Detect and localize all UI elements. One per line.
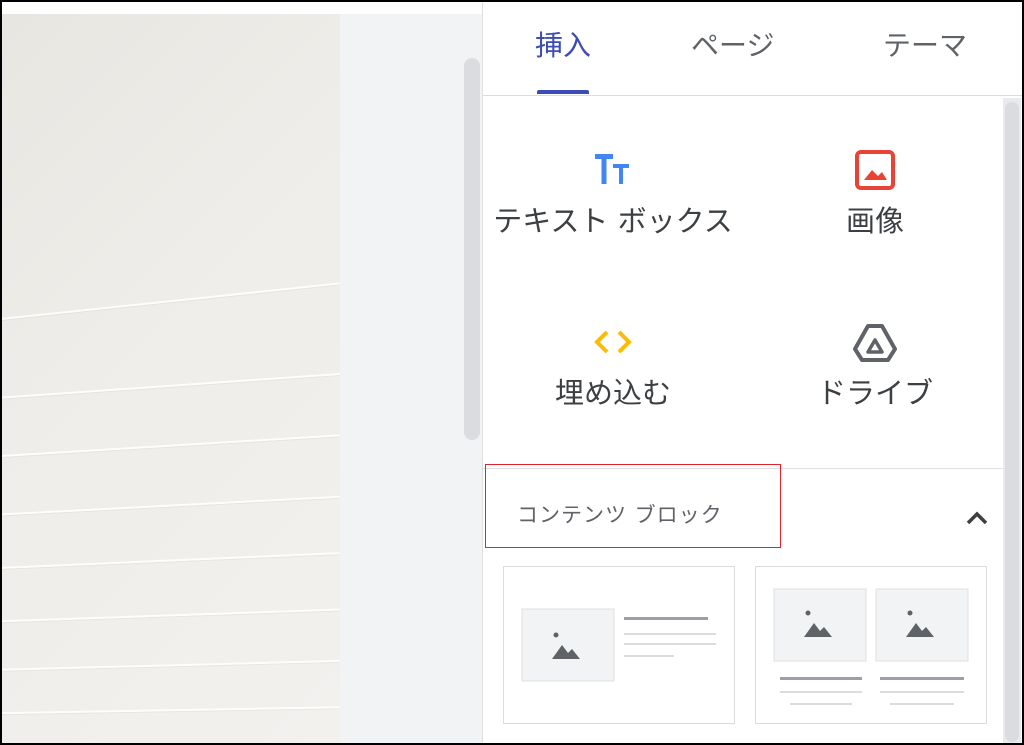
panel-scrollbar-thumb[interactable] (1005, 102, 1019, 742)
content-block-two-images[interactable] (755, 566, 987, 724)
insert-text-box-label: テキスト ボックス (493, 204, 733, 238)
page-canvas-image[interactable] (2, 14, 340, 743)
two-images-layout-preview (773, 588, 969, 705)
embed-icon (483, 318, 743, 366)
canvas-scrollbar[interactable] (464, 58, 480, 440)
image-text-layout-preview (521, 608, 716, 682)
content-blocks-title[interactable]: コンテンツ ブロック (517, 499, 723, 529)
tab-pages[interactable]: ページ (691, 24, 774, 64)
insert-text-box-button[interactable]: テキスト ボックス (483, 146, 743, 240)
content-block-image-text[interactable] (503, 566, 735, 724)
text-box-icon (483, 146, 743, 194)
insert-image-label: 画像 (845, 204, 904, 238)
tab-themes[interactable]: テーマ (883, 24, 967, 64)
insert-drive-button[interactable]: ドライブ (745, 318, 1005, 412)
insert-embed-label: 埋め込む (554, 376, 671, 410)
top-strip (2, 2, 482, 14)
drive-icon (745, 318, 1005, 366)
chevron-up-icon[interactable] (963, 504, 991, 532)
insert-embed-button[interactable]: 埋め込む (483, 318, 743, 412)
side-panel: 挿入 ページ テーマ テキスト ボックス 画像 埋め込む ドライブ コンテンツ … (482, 2, 1022, 743)
image-icon (745, 146, 1005, 194)
panel-tabs: 挿入 ページ テーマ (483, 2, 1022, 96)
active-tab-indicator (537, 90, 589, 94)
insert-image-button[interactable]: 画像 (745, 146, 1005, 240)
tab-insert[interactable]: 挿入 (535, 24, 591, 64)
insert-drive-label: ドライブ (816, 376, 933, 410)
canvas-gutter (340, 14, 482, 743)
